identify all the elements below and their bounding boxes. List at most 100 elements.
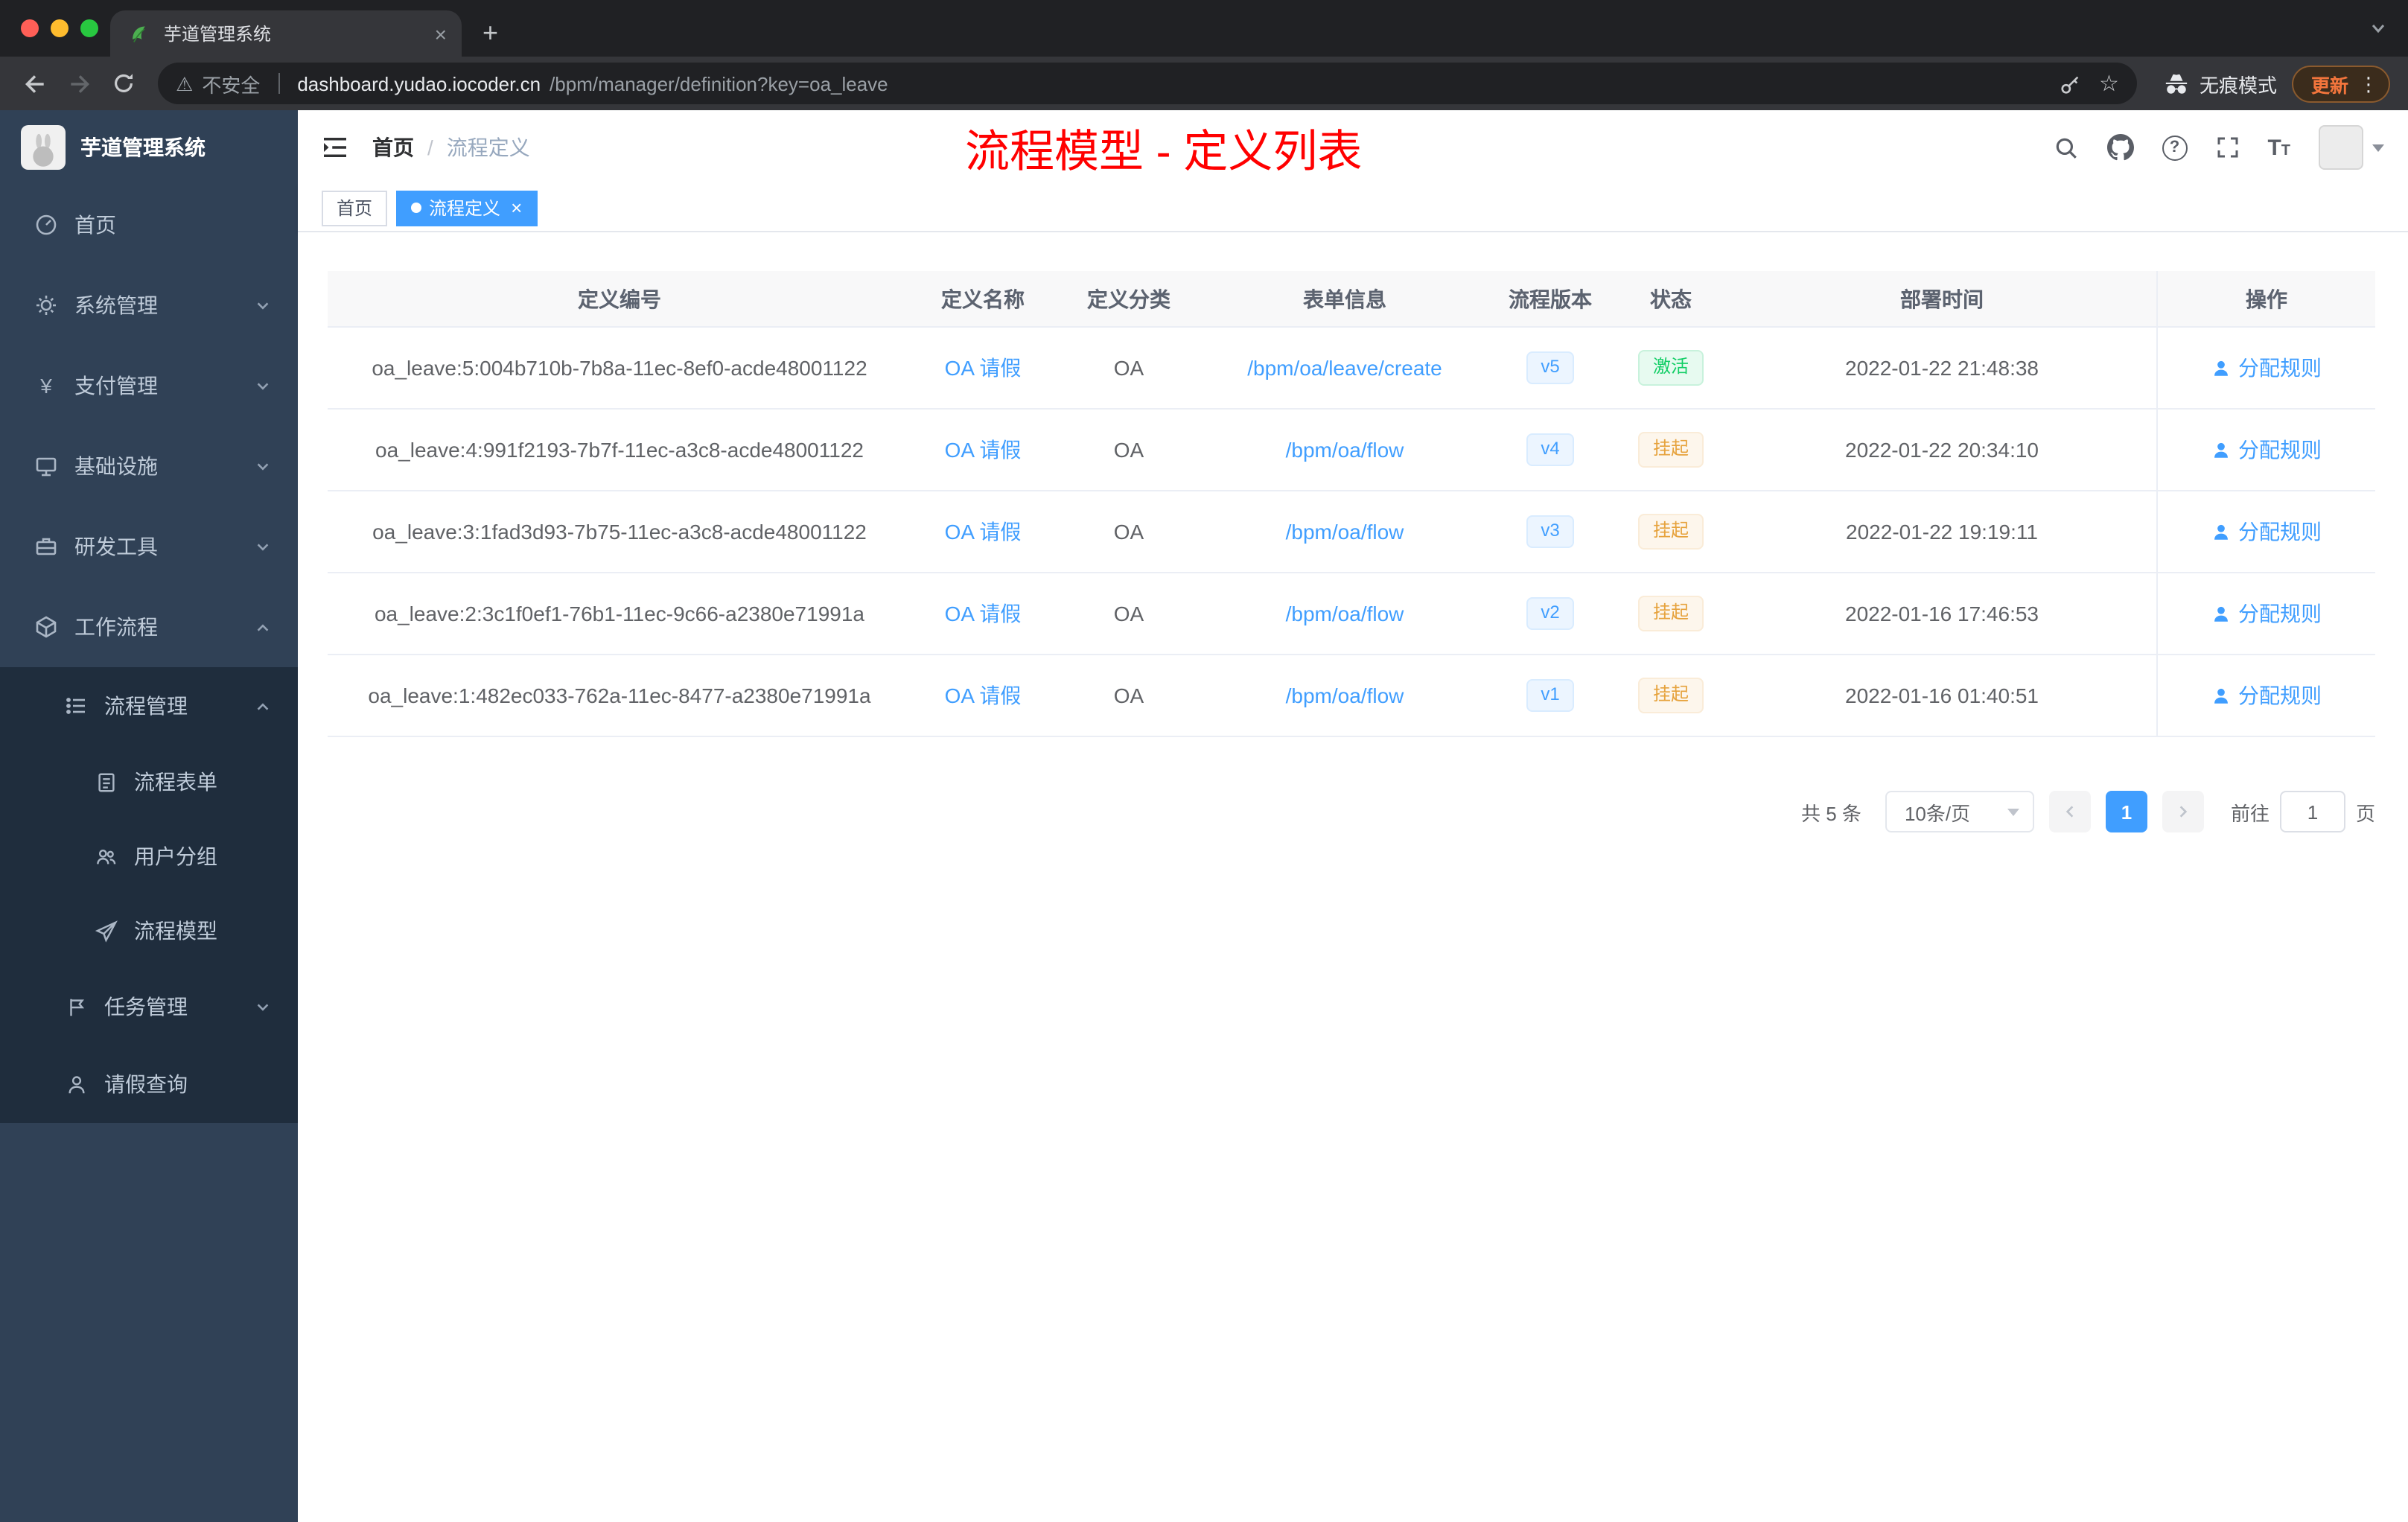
navbar: 首页 / 流程定义 流程模型 - 定义列表 ? T T <box>298 110 2408 185</box>
monitor-icon <box>33 454 60 478</box>
breadcrumb-home[interactable]: 首页 <box>372 133 414 162</box>
search-icon[interactable] <box>2053 135 2078 160</box>
person-icon <box>2211 604 2231 623</box>
sidebar-item-user-group[interactable]: 用户分组 <box>0 819 298 894</box>
help-icon[interactable]: ? <box>2162 135 2188 160</box>
avatar[interactable] <box>2319 125 2363 170</box>
table-row: oa_leave:3:1fad3d93-7b75-11ec-a3c8-acde4… <box>328 491 2375 573</box>
forward-icon[interactable] <box>57 61 101 106</box>
sidebar-item-process-management[interactable]: 流程管理 <box>0 667 298 745</box>
assign-rule-button[interactable]: 分配规则 <box>2211 599 2322 628</box>
close-window-button[interactable] <box>21 19 39 37</box>
definition-name-link[interactable]: OA 请假 <box>911 410 1054 490</box>
page-annotation: 流程模型 - 定义列表 <box>965 128 1363 177</box>
definition-id: oa_leave:1:482ec033-762a-11ec-8477-a2380… <box>368 684 871 707</box>
definition-name-link[interactable]: OA 请假 <box>911 328 1054 408</box>
form-link[interactable]: /bpm/oa/flow <box>1203 573 1486 654</box>
sidebar-toggle-icon[interactable] <box>319 131 351 164</box>
app-logo[interactable]: 芋道管理系统 <box>0 110 298 185</box>
status-badge: 挂起 <box>1637 514 1704 550</box>
tab-close-icon[interactable]: × <box>435 23 447 44</box>
flag-icon <box>63 996 89 1018</box>
assign-rule-button[interactable]: 分配规则 <box>2211 517 2322 547</box>
tag-home[interactable]: 首页 <box>322 190 388 226</box>
form-link[interactable]: /bpm/oa/flow <box>1203 410 1486 490</box>
assign-rule-button[interactable]: 分配规则 <box>2211 681 2322 710</box>
sidebar-item-home[interactable]: 首页 <box>0 185 298 265</box>
definition-name-link[interactable]: OA 请假 <box>911 655 1054 736</box>
reload-icon[interactable] <box>101 61 146 106</box>
fullscreen-icon[interactable] <box>2215 136 2239 159</box>
back-icon[interactable] <box>12 61 57 106</box>
zoom-window-button[interactable] <box>80 19 98 37</box>
main-area: 首页 / 流程定义 流程模型 - 定义列表 ? T T 首页 流程定义 × 定义… <box>298 110 2408 1522</box>
sidebar-item-workflow[interactable]: 工作流程 <box>0 587 298 667</box>
github-icon[interactable] <box>2106 134 2134 161</box>
new-tab-button[interactable]: + <box>482 19 498 46</box>
security-label[interactable]: 不安全 <box>202 69 260 98</box>
workflow-submenu: 流程管理 流程表单 用户分组 流程模型 任务管理 请假查询 <box>0 667 298 1123</box>
prev-page-button[interactable] <box>2048 791 2091 832</box>
user-group-icon <box>92 845 119 867</box>
form-link[interactable]: /bpm/oa/flow <box>1203 655 1486 736</box>
version-badge: v5 <box>1486 328 1614 408</box>
minimize-window-button[interactable] <box>51 19 69 37</box>
column-header: 表单信息 <box>1303 287 1386 311</box>
sidebar-item-process-model[interactable]: 流程模型 <box>0 894 298 968</box>
page-size-select[interactable]: 10条/页 <box>1885 791 2034 832</box>
next-page-button[interactable] <box>2162 791 2204 832</box>
tab-search-chevron-icon[interactable] <box>2369 19 2387 37</box>
navbar-actions: ? TT <box>2053 125 2384 170</box>
yen-icon: ¥ <box>40 374 52 398</box>
font-size-icon[interactable]: TT <box>2267 135 2290 160</box>
person-icon <box>63 1073 89 1095</box>
pagination: 共 5 条 10条/页 1 前往 页 <box>328 791 2375 832</box>
sidebar-item-task-management[interactable]: 任务管理 <box>0 968 298 1045</box>
tag-process-definition[interactable]: 流程定义 × <box>396 190 538 226</box>
table-row: oa_leave:1:482ec033-762a-11ec-8477-a2380… <box>328 655 2375 737</box>
column-header: 状态 <box>1650 287 1692 311</box>
page-number-1[interactable]: 1 <box>2105 791 2147 832</box>
assign-rule-button[interactable]: 分配规则 <box>2211 353 2322 383</box>
deploy-time: 2022-01-22 21:48:38 <box>1845 356 2039 380</box>
sidebar-item-leave-query[interactable]: 请假查询 <box>0 1045 298 1123</box>
browser-toolbar: ⚠ 不安全 dashboard.yudao.iocoder.cn /bpm/ma… <box>0 57 2408 110</box>
goto-page-input[interactable] <box>2279 791 2345 832</box>
sidebar-item-process-form[interactable]: 流程表单 <box>0 745 298 819</box>
address-bar[interactable]: ⚠ 不安全 dashboard.yudao.iocoder.cn /bpm/ma… <box>158 63 2137 104</box>
version-badge: v3 <box>1486 491 1614 572</box>
browser-tab[interactable]: 芋道管理系统 × <box>110 10 462 57</box>
password-key-icon[interactable] <box>2059 72 2081 95</box>
table-header-row: 定义编号 定义名称 定义分类 表单信息 流程版本 状态 部署时间 操作 <box>328 271 2375 328</box>
definition-category: OA <box>1113 356 1144 380</box>
definition-name-link[interactable]: OA 请假 <box>911 491 1054 572</box>
incognito-label: 无痕模式 <box>2199 74 2277 96</box>
update-button[interactable]: 更新 ⋮ <box>2291 65 2390 102</box>
definition-id: oa_leave:4:991f2193-7b7f-11ec-a3c8-acde4… <box>375 438 864 462</box>
status-badge: 挂起 <box>1637 432 1704 468</box>
tag-close-icon[interactable]: × <box>511 198 522 217</box>
sidebar-item-infrastructure[interactable]: 基础设施 <box>0 426 298 506</box>
tab-title: 芋道管理系统 <box>164 24 272 45</box>
version-badge: v1 <box>1486 655 1614 736</box>
chevron-up-icon <box>255 619 271 635</box>
definition-id: oa_leave:3:1fad3d93-7b75-11ec-a3c8-acde4… <box>372 520 867 544</box>
form-link[interactable]: /bpm/oa/leave/create <box>1203 328 1486 408</box>
incognito-icon <box>2164 71 2189 96</box>
version-badge: v4 <box>1486 410 1614 490</box>
sidebar-item-system[interactable]: 系统管理 <box>0 265 298 346</box>
deploy-time: 2022-01-16 17:46:53 <box>1845 602 2039 625</box>
toolbox-icon <box>33 535 60 558</box>
definition-name-link[interactable]: OA 请假 <box>911 573 1054 654</box>
sidebar-item-dev-tools[interactable]: 研发工具 <box>0 506 298 587</box>
app-title: 芋道管理系统 <box>80 136 206 159</box>
cube-icon <box>33 615 60 639</box>
sidebar-item-payment[interactable]: ¥ 支付管理 <box>0 346 298 426</box>
form-link[interactable]: /bpm/oa/flow <box>1203 491 1486 572</box>
bookmark-star-icon[interactable]: ☆ <box>2099 72 2119 95</box>
chevron-down-icon <box>255 999 271 1015</box>
assign-rule-button[interactable]: 分配规则 <box>2211 435 2322 465</box>
user-menu[interactable] <box>2319 125 2384 170</box>
chevron-down-icon <box>255 297 271 313</box>
browser-menu-icon[interactable]: ⋮ <box>2359 74 2378 93</box>
